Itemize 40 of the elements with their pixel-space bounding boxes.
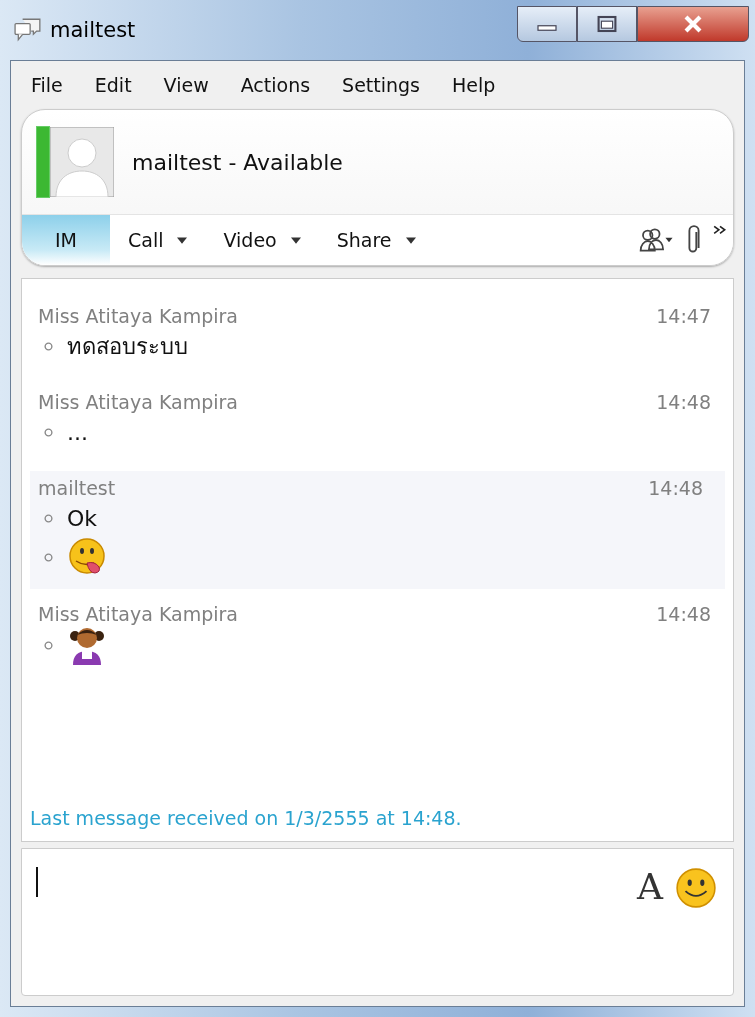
maximize-button[interactable] (577, 6, 637, 42)
message-text: Ok (67, 505, 98, 531)
toolbar-tab[interactable]: IM (22, 215, 110, 265)
menu-item[interactable]: Settings (332, 74, 431, 96)
avatar-silhouette-icon (50, 127, 114, 197)
message-text: ทดสอบระบบ (67, 332, 188, 361)
close-button[interactable] (637, 6, 749, 42)
minimize-button[interactable] (517, 6, 577, 42)
sender-name: Miss Atitaya Kampira (38, 603, 238, 625)
chat-bubble-icon (14, 18, 42, 42)
bullet-icon (44, 427, 53, 437)
message-time: 14:48 (656, 391, 711, 413)
menu-item[interactable]: Edit (84, 74, 142, 96)
message-time: 14:48 (648, 477, 703, 499)
sender-name: mailtest (38, 477, 116, 499)
contact-status: mailtest - Available (132, 149, 343, 175)
double-chevron-icon (713, 225, 727, 237)
toolbar-tab[interactable]: Video (205, 215, 319, 265)
message-time: 14:48 (656, 603, 711, 625)
menu-item[interactable]: Actions (230, 74, 321, 96)
message-time: 14:47 (656, 305, 711, 327)
bullet-icon (44, 640, 53, 650)
minimize-icon (537, 25, 557, 31)
last-message-status: Last message received on 1/3/2555 at 14:48. (29, 807, 463, 831)
toolbar-tab[interactable]: Call (110, 215, 206, 265)
bullet-icon (44, 552, 53, 562)
bullet-icon (44, 341, 53, 351)
sender-name: Miss Atitaya Kampira (38, 305, 238, 327)
tongue-out-emoticon-icon (67, 537, 107, 577)
toolbar-tab[interactable]: Share (318, 215, 434, 265)
menu-item[interactable]: Help (442, 74, 506, 96)
girl-figure-icon (67, 625, 107, 665)
menu-item[interactable]: View (153, 74, 219, 96)
bullet-icon (44, 513, 53, 523)
window-title: mailtest (50, 18, 136, 42)
message-text: ... (67, 419, 88, 445)
menu-item[interactable]: File (21, 74, 73, 96)
font-button[interactable]: A (631, 867, 669, 907)
sender-name: Miss Atitaya Kampira (38, 391, 238, 413)
presence-bar (36, 126, 50, 198)
